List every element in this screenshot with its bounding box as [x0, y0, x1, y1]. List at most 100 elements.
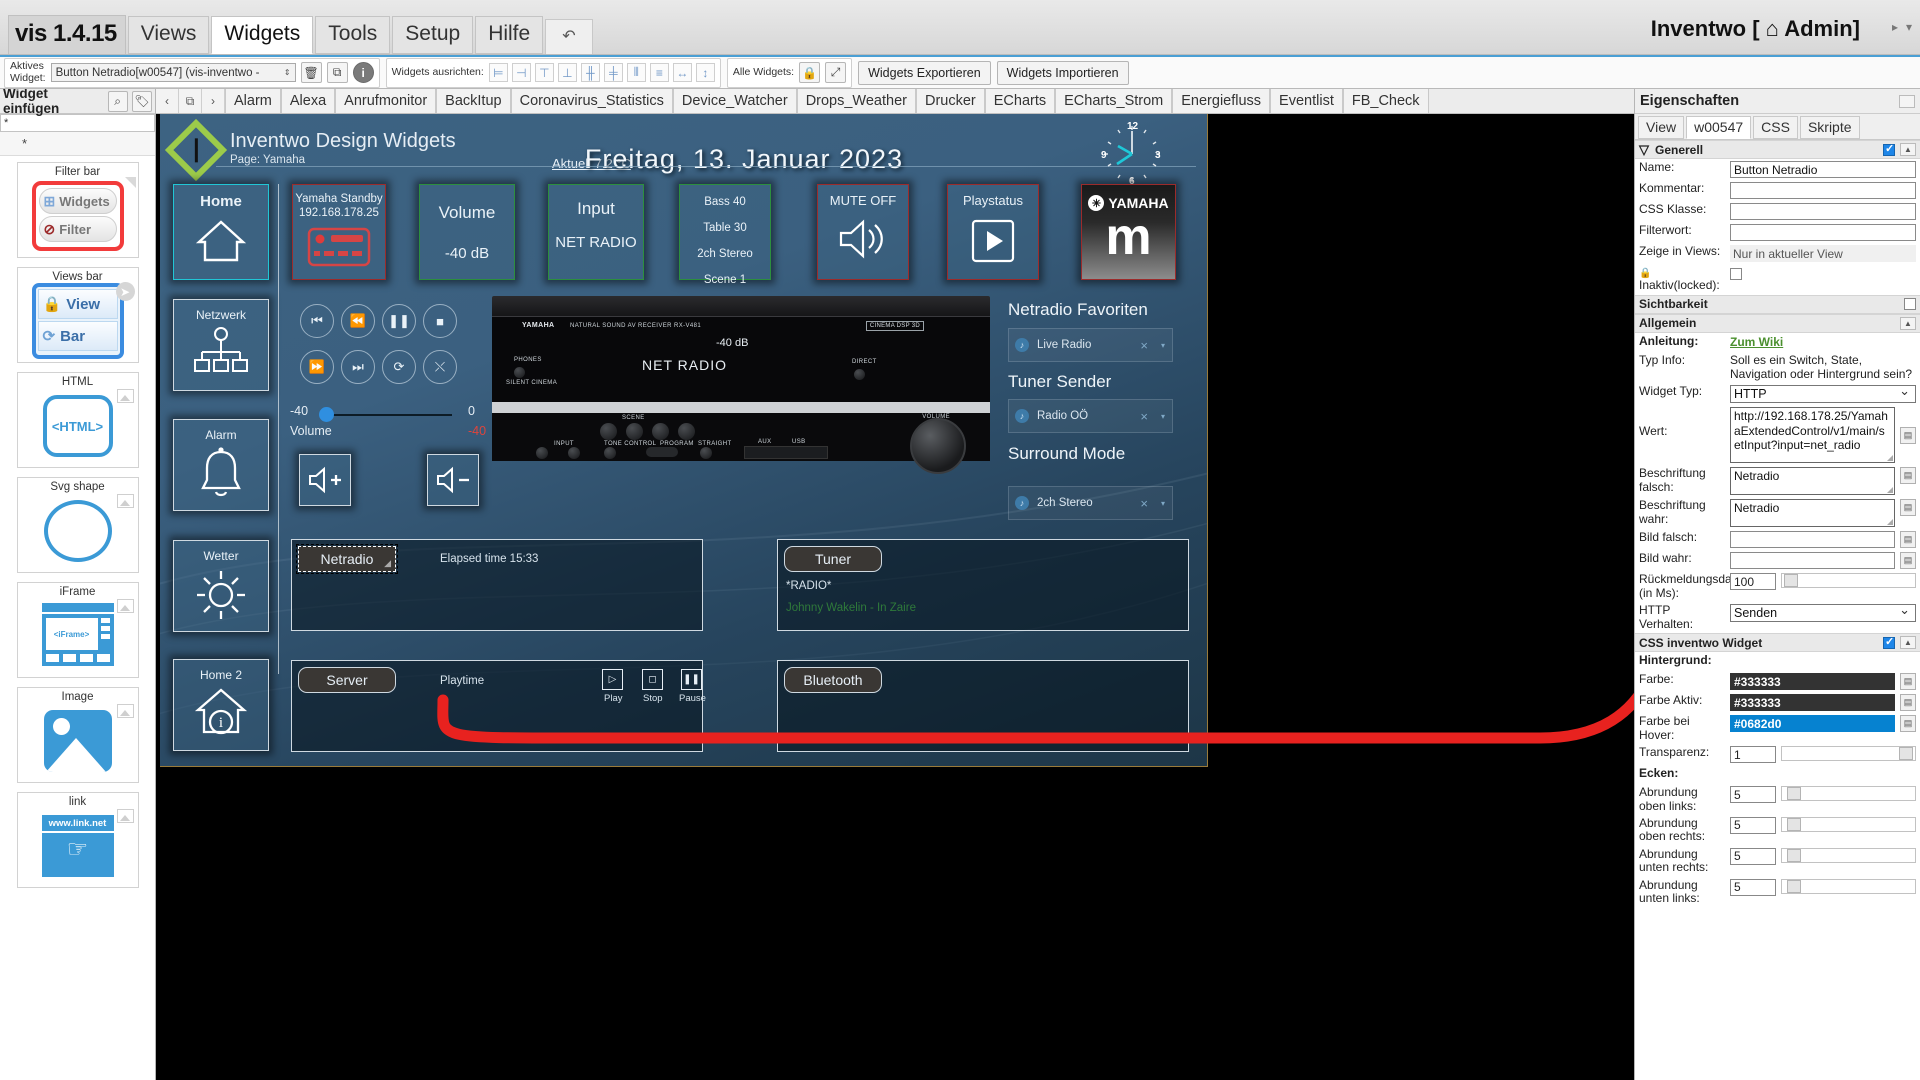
abrundung-ur-input[interactable]: 5 — [1730, 847, 1776, 865]
css-klasse-input[interactable] — [1730, 203, 1916, 220]
farbe-aktiv-picker[interactable]: ▤ — [1900, 694, 1916, 712]
view-clipboard-icon[interactable]: ⧉ — [179, 89, 202, 113]
abrundung-ul-slider[interactable] — [1781, 878, 1916, 894]
palette-item-image[interactable]: Image — [16, 687, 139, 783]
shuffle-icon[interactable]: ⤬ — [423, 350, 457, 384]
panel-bluetooth[interactable]: Bluetooth — [777, 660, 1189, 752]
tag-icon[interactable]: 🏷 — [131, 90, 152, 112]
lock-all-icon[interactable]: 🔒 — [799, 62, 821, 83]
collapse-icon[interactable]: ▲ — [1900, 143, 1916, 156]
clear-icon[interactable]: × — [1140, 496, 1148, 511]
tile-input[interactable]: Input NET RADIO — [548, 184, 644, 280]
export-widgets-button[interactable]: Widgets Exportieren — [858, 60, 991, 85]
same-width-icon[interactable]: ↔ — [672, 63, 692, 82]
chevron-down-icon[interactable]: ▾ — [1161, 341, 1165, 350]
rewind-icon[interactable]: ⏪ — [341, 304, 375, 338]
abrundung-or-input[interactable]: 5 — [1730, 816, 1776, 834]
menu-hilfe[interactable]: Hilfe — [475, 15, 544, 54]
transparenz-input[interactable]: 1 — [1730, 746, 1776, 764]
next-track-icon[interactable]: ⏭ — [341, 350, 375, 384]
beschriftung-wahr-textarea[interactable]: Netradio — [1730, 499, 1895, 528]
nav-tile-alarm[interactable]: Alarm — [173, 419, 269, 511]
bild-wahr-input[interactable] — [1730, 552, 1895, 570]
rueckmeldungsdauer-slider[interactable] — [1781, 573, 1916, 589]
slider-knob[interactable] — [319, 407, 334, 422]
window-arrows[interactable]: ▸ ▾ — [1892, 20, 1912, 34]
filterwort-input[interactable] — [1730, 224, 1916, 241]
tile-volume[interactable]: Volume -40 dB — [419, 184, 515, 280]
tile-playstatus[interactable]: Playstatus — [947, 184, 1039, 280]
view-tab-echarts[interactable]: ECharts — [984, 89, 1056, 113]
fast-forward-icon[interactable]: ⏩ — [300, 350, 334, 384]
menu-tools[interactable]: Tools — [315, 15, 391, 54]
tab-css[interactable]: CSS — [1753, 116, 1798, 139]
combo-netradio-favoriten[interactable]: ♪ Live Radio × ▾ — [1008, 328, 1173, 362]
abrundung-ur-slider[interactable] — [1781, 847, 1916, 863]
view-tab-fb-check[interactable]: FB_Check — [1342, 89, 1429, 113]
palette-group-all[interactable]: * — [0, 132, 155, 156]
wiki-link[interactable]: Zum Wiki — [1730, 335, 1783, 349]
stop-icon[interactable]: ■ — [423, 304, 457, 338]
view-prev-icon[interactable]: ‹ — [156, 89, 179, 113]
resize-grip-icon[interactable] — [1899, 94, 1915, 108]
bild-falsch-input[interactable] — [1730, 531, 1895, 549]
bild-wahr-picker[interactable]: ▤ — [1900, 552, 1916, 570]
view-tab-alexa[interactable]: Alexa — [280, 89, 336, 113]
panel-tuner[interactable]: Tuner *RADIO* Johnny Wakelin - In Zaire — [777, 539, 1189, 631]
volume-up-button[interactable] — [299, 454, 351, 506]
tile-yamaha-standby[interactable]: Yamaha Standby 192.168.178.25 — [292, 184, 386, 280]
info-widget-button[interactable]: i — [352, 62, 374, 83]
netradio-source-button[interactable]: Netradio ◢ — [296, 544, 398, 574]
volume-down-button[interactable] — [427, 454, 479, 506]
chevron-down-icon[interactable]: ▾ — [1906, 20, 1912, 34]
beschriftung-falsch-picker[interactable]: ▤ — [1900, 467, 1916, 485]
align-center-h-icon[interactable]: ╪ — [603, 63, 623, 82]
server-source-button[interactable]: Server — [298, 667, 396, 693]
farbe-hover-picker[interactable]: ▤ — [1900, 715, 1916, 733]
search-icon[interactable]: ⌕ — [107, 90, 128, 112]
view-tab-drops-weather[interactable]: Drops_Weather — [796, 89, 916, 113]
rueckmeldungsdauer-input[interactable]: 100 — [1730, 573, 1776, 591]
name-input[interactable]: Button Netradio — [1730, 161, 1916, 178]
view-tab-eventlist[interactable]: Eventlist — [1270, 89, 1343, 113]
view-next-icon[interactable]: › — [202, 89, 225, 113]
tile-home[interactable]: Home — [173, 184, 269, 280]
tile-bass[interactable]: Bass 40 Table 30 2ch Stereo Scene 1 — [679, 184, 771, 286]
play-icon[interactable]: ▷ — [602, 669, 623, 690]
tab-skripte[interactable]: Skripte — [1799, 116, 1860, 139]
farbe-input[interactable]: #333333 — [1730, 673, 1895, 691]
palette-item-link[interactable]: link www.link.net ☞ — [16, 792, 139, 888]
menu-widgets[interactable]: Widgets — [211, 15, 314, 54]
nav-tile-home2[interactable]: Home 2 i — [173, 659, 269, 751]
view-yamaha[interactable]: Inventwo Design Widgets Page: Yamaha Akt… — [160, 114, 1208, 767]
nav-tile-netzwerk[interactable]: Netzwerk — [173, 299, 269, 391]
bild-falsch-picker[interactable]: ▤ — [1900, 531, 1916, 549]
stop-icon[interactable]: ◻ — [642, 669, 663, 690]
distribute-v-icon[interactable]: ≡ — [649, 63, 669, 82]
sichtbarkeit-checkbox[interactable] — [1904, 298, 1916, 311]
section-css-inventwo-widget[interactable]: CSS inventwo Widget ▲ — [1635, 633, 1920, 653]
abrundung-ul-input[interactable]: 5 — [1730, 878, 1776, 896]
section-generell[interactable]: ▽ Generell ▲ — [1635, 140, 1920, 159]
import-widgets-button[interactable]: Widgets Importieren — [996, 60, 1129, 85]
view-tab-drucker[interactable]: Drucker — [915, 89, 985, 113]
undo-icon[interactable]: ↶ — [545, 19, 593, 54]
transport-controls[interactable]: ⏮ ⏪ ❚❚ ■ ⏩ ⏭ ⟳ ⤬ — [300, 304, 500, 414]
tab-w00547[interactable]: w00547 — [1686, 116, 1752, 139]
menu-views[interactable]: Views — [127, 15, 210, 54]
farbe-aktiv-input[interactable]: #333333 — [1730, 694, 1895, 712]
palette-filter-input[interactable]: * — [0, 114, 155, 132]
tuner-source-button[interactable]: Tuner — [784, 546, 882, 572]
nav-tile-wetter[interactable]: Wetter — [173, 540, 269, 632]
align-right-icon[interactable]: ⊣ — [511, 63, 531, 82]
view-tab-anrufmonitor[interactable]: Anrufmonitor — [335, 89, 437, 113]
kommentar-input[interactable] — [1730, 182, 1916, 199]
pause-icon[interactable]: ❚❚ — [681, 669, 702, 690]
panel-netradio[interactable]: Netradio ◢ Elapsed time 15:33 — [291, 539, 703, 631]
view-tab-coronavirus-statistics[interactable]: Coronavirus_Statistics — [510, 89, 673, 113]
section-sichtbarkeit[interactable]: Sichtbarkeit — [1635, 294, 1920, 314]
bluetooth-source-button[interactable]: Bluetooth — [784, 667, 882, 693]
beschriftung-falsch-textarea[interactable]: Netradio — [1730, 467, 1895, 496]
widget-typ-select[interactable]: HTTP — [1730, 383, 1916, 404]
palette-item-filter-bar[interactable]: Filter bar ⊞ Widgets ⊘ Filter — [16, 162, 139, 258]
